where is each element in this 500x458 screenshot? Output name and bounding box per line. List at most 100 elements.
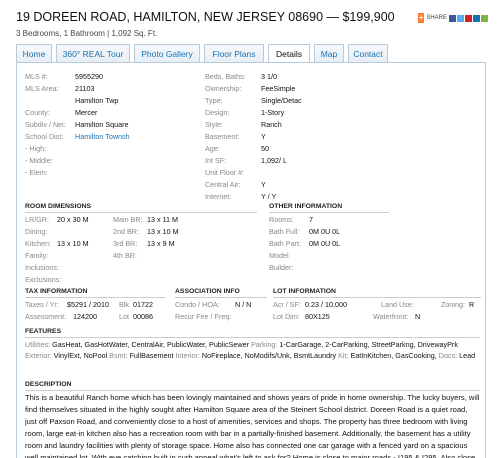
design-label: Design: [205,108,230,117]
description-text: This is a beautiful Ranch home which has… [25,393,480,458]
tab-map[interactable]: Map [314,44,344,63]
basement-feature-label: Bsmt: [109,351,128,360]
kitchen-feature-value: EatInKitchen, GasCooking, [350,351,437,360]
beds-baths-label: Beds, Baths: [205,72,246,81]
room-3rd-br-label: 3rd BR: [113,239,138,248]
basement-label: Basement: [205,132,240,141]
room-main-br-value: 13 x 11 M [147,215,179,224]
middle-school-label: - Middle: [25,156,53,165]
docs-value: Lead [459,351,476,360]
county-label: County: [25,108,50,117]
interior-value: NoFireplace, NoModifs/Unk, BsmtLaundry [201,351,337,360]
tab-home[interactable]: Home [16,44,52,63]
bath-part-value: 0M 0U 0L [309,239,341,248]
share-plus-icon[interactable]: + [418,13,425,23]
docs-label: Docs: [438,351,458,360]
school-district-link[interactable]: Hamilton Townsh [75,132,130,141]
subdivision-value: Hamilton Square [75,120,129,129]
land-use-label: Land Use: [381,300,414,309]
school-district-label: School Dist: [25,132,64,141]
beds-baths-value: 3 1/0 [261,72,277,81]
room-kitchen-value: 13 x 10 M [57,239,89,248]
tab-floor-plans[interactable]: Floor Plans [204,44,264,63]
features-heading: FEATURES [25,328,62,335]
description-divider [25,390,480,391]
room-lr-value: 20 x 30 M [57,215,89,224]
room-4th-br-label: 4th BR: [113,251,137,260]
tab-360-tour[interactable]: 360° REAL Tour [56,44,130,63]
central-air-label: Central Air: [205,180,241,189]
waterfront-label: Waterfront: [373,312,409,321]
other-info-divider [269,212,389,213]
share-label[interactable]: SHARE [426,15,447,21]
age-label: Age: [205,144,220,153]
association-info-divider [175,297,267,298]
listing-summary: 3 Bedrooms, 1 Bathroom | 1,092 Sq. Ft. [16,29,158,38]
room-main-br-label: Main BR: [113,215,143,224]
room-family-label: Family: [25,251,49,260]
ownership-value: FeeSimple [261,84,296,93]
type-value: Single/Detac [261,96,302,105]
listing-title: 19 DOREEN ROAD, HAMILTON, NEW JERSEY 086… [16,10,395,24]
room-2nd-br-label: 2nd BR: [113,227,139,236]
pinterest-icon[interactable] [465,14,472,22]
exclusions-label: Exclusions: [25,275,62,284]
ownership-label: Ownership: [205,84,242,93]
block-label: Blk [119,300,129,309]
bath-full-label: Bath Full: [269,227,300,236]
block-value: 01722 [133,300,153,309]
mls-area-name: Hamilton Twp [75,96,119,105]
lot-label: Lot [119,312,129,321]
recurring-fee-label: Recur Fee / Freq: [175,312,232,321]
acres-sf-label: Acr / SF: [273,300,301,309]
room-2nd-br-value: 13 x 10 M [147,227,179,236]
utilities-value: GasHeat, GasHotWater, CentralAir, Public… [52,340,249,349]
lot-info-heading: LOT INFORMATION [273,288,336,295]
basement-feature-value: FullBasement [129,351,174,360]
twitter-icon[interactable] [457,14,464,22]
high-school-label: - High: [25,144,47,153]
county-value: Mercer [75,108,98,117]
tab-details[interactable]: Details [268,44,310,64]
zoning-label: Zoning: [441,300,465,309]
basement-value: Y [261,132,266,141]
subdivision-label: Subdiv / Nei: [25,120,66,129]
acres-sf-value: 0.23 / 10,000 [305,300,347,309]
exterior-value: VinylExt, NoPool [53,351,108,360]
unit-floor-label: Unit Floor #: [205,168,245,177]
waterfront-value: N [415,312,421,321]
tab-contact[interactable]: Contact [348,44,388,63]
int-sf-label: Int SF: [205,156,227,165]
mls-number-value: 5955290 [75,72,103,81]
style-label: Style: [205,120,223,129]
share-widget[interactable]: + SHARE [418,13,488,23]
assessment-label: Assessment: [25,312,67,321]
design-value: 1-Story [261,108,285,117]
features-divider [25,337,480,338]
assessment-value: 124200 [73,312,97,321]
rooms-label: Rooms: [269,215,294,224]
details-panel: MLS #: 5955290 MLS Area: 21103 Hamilton … [16,62,486,458]
facebook-icon[interactable] [449,14,456,22]
lot-value: 00086 [133,312,153,321]
type-label: Type: [205,96,223,105]
lot-dimensions-label: Lot Dim: [273,312,300,321]
features-text: Utilities: GasHeat, GasHotWater, Central… [25,339,480,361]
rooms-value: 7 [309,215,313,224]
condo-hoa-value: N / N [235,300,252,309]
description-heading: DESCRIPTION [25,381,72,388]
tax-info-heading: TAX INFORMATION [25,288,88,295]
lot-dimensions-value: 80X125 [305,312,330,321]
builder-label: Builder: [269,263,294,272]
internet-value: Y / Y [261,192,277,201]
mls-area-label: MLS Area: [25,84,59,93]
central-air-value: Y [261,180,266,189]
mls-area-value: 21103 [75,84,95,93]
parking-label: Parking: [250,340,278,349]
email-icon[interactable] [473,14,480,22]
more-icon[interactable] [481,14,488,22]
exterior-label: Exterior: [25,351,52,360]
bath-full-value: 0M 0U 0L [309,227,341,236]
tab-photo-gallery[interactable]: Photo Gallery [134,44,200,63]
parking-value: 1-CarGarage, 2-CarParking, StreetParkng,… [279,340,458,349]
